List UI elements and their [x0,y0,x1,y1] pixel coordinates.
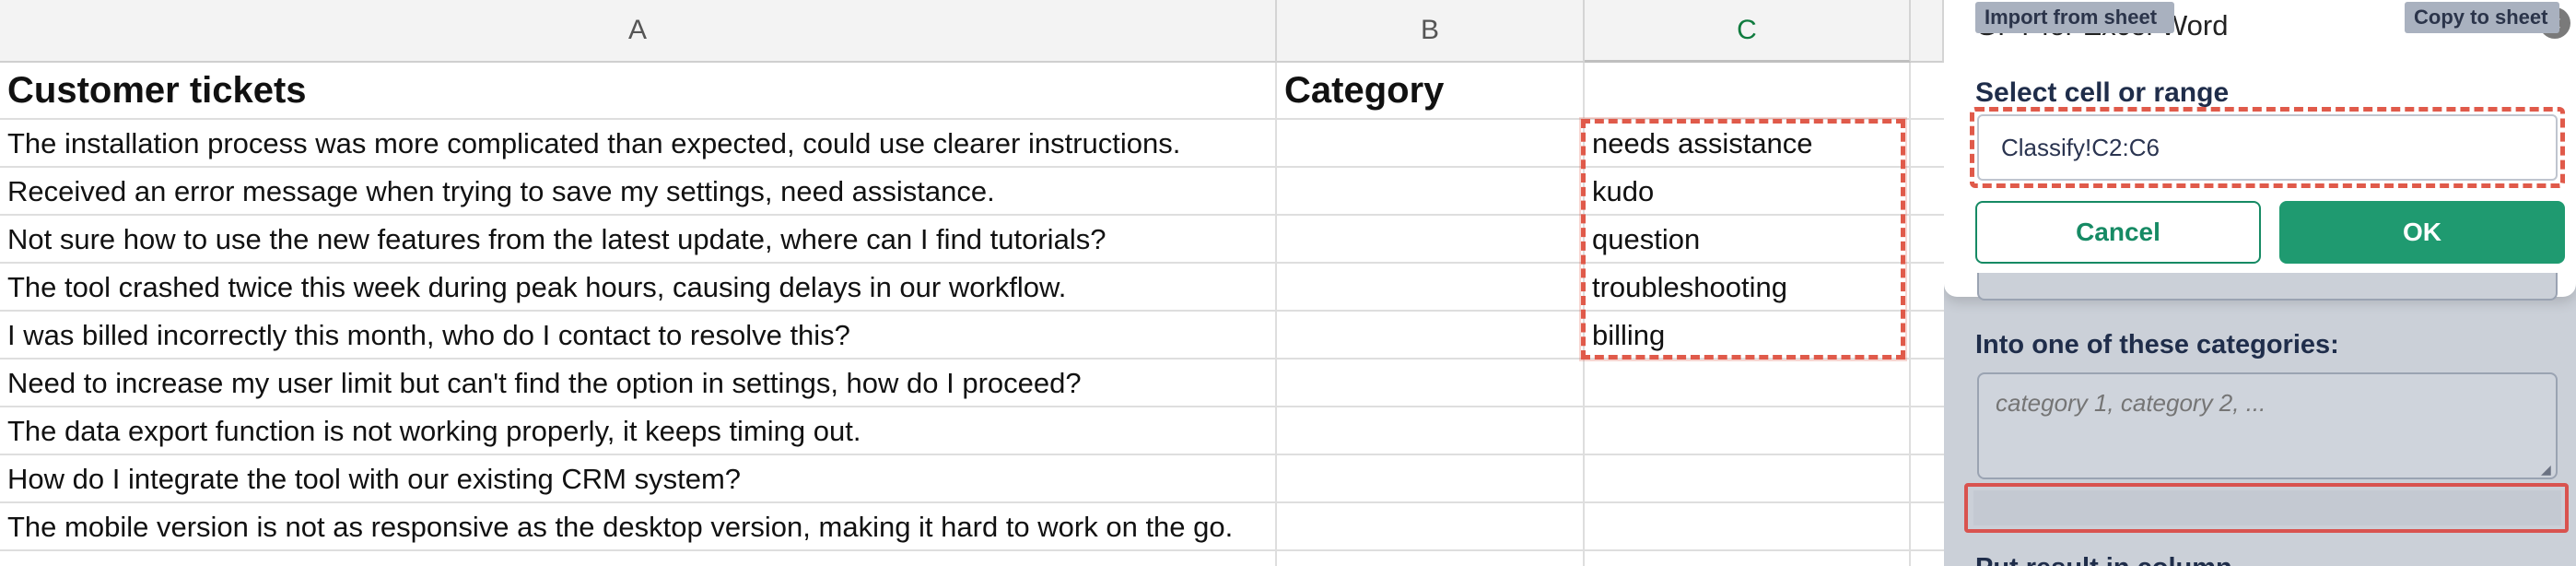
category-cell[interactable] [1277,216,1583,264]
result-cell[interactable] [1585,360,1909,407]
ticket-cell[interactable]: Not sure how to use the new features fro… [0,216,1275,264]
ok-button[interactable]: OK [2279,201,2565,264]
result-cell[interactable]: needs assistance [1585,120,1909,168]
ticket-cell[interactable]: The installation process was more compli… [0,120,1275,168]
spreadsheet-grid: A B C Customer tickets Category The inst… [0,0,1944,566]
result-cell[interactable]: billing [1585,312,1909,360]
categories-textarea[interactable] [1977,372,2558,479]
ticket-cell[interactable]: Need to increase my user limit but can't… [0,360,1275,407]
cancel-button[interactable]: Cancel [1975,201,2261,264]
result-cell[interactable] [1585,407,1909,455]
result-cell[interactable]: kudo [1585,168,1909,216]
ticket-cell[interactable]: The mobile version is not as responsive … [0,503,1275,551]
category-cell[interactable] [1277,264,1583,312]
resize-grip-icon[interactable]: ◢ [2541,463,2554,476]
grid-line [1909,63,1911,566]
ticket-cell[interactable]: Received an error message when trying to… [0,168,1275,216]
column-letter: B [1420,15,1439,45]
category-cell[interactable] [1277,407,1583,455]
category-cell[interactable] [1277,168,1583,216]
column-header-d[interactable] [1911,0,1944,63]
result-column-label: Put result in column [1975,553,2232,566]
ticket-cell[interactable]: I was billed incorrectly this month, who… [0,312,1275,360]
result-cell[interactable]: question [1585,216,1909,264]
copy-to-sheet-button[interactable]: Copy to sheet [2405,2,2559,33]
range-input[interactable] [1977,114,2558,181]
result-cell[interactable] [1585,503,1909,551]
categories-label: Into one of these categories: [1975,330,2339,360]
column-header-b[interactable]: B [1277,0,1585,63]
result-cell[interactable] [1585,455,1909,503]
category-cell[interactable] [1277,503,1583,551]
category-cell[interactable] [1277,312,1583,360]
column-header-a[interactable]: A [0,0,1277,63]
hidden-field-edge [1977,273,2558,301]
header-cell-a[interactable]: Customer tickets [0,63,1275,118]
result-cell[interactable]: troubleshooting [1585,264,1909,312]
header-cell-b[interactable]: Category [1277,63,1583,118]
ticket-cell[interactable]: How do I integrate the tool with our exi… [0,455,1275,503]
ticket-cell[interactable]: The tool crashed twice this week during … [0,264,1275,312]
sheet-actions-bar [1973,490,2561,525]
import-from-sheet-button[interactable]: Import from sheet [1975,2,2174,33]
header-cell-c[interactable] [1585,63,1909,118]
category-cell[interactable] [1277,455,1583,503]
category-cell[interactable] [1277,360,1583,407]
column-letter: C [1737,14,1757,45]
category-cell[interactable] [1277,120,1583,168]
ticket-cell[interactable]: The data export function is not working … [0,407,1275,455]
range-label: Select cell or range [1975,77,2230,108]
column-header-c[interactable]: C [1585,0,1911,63]
column-letter: A [627,15,647,45]
